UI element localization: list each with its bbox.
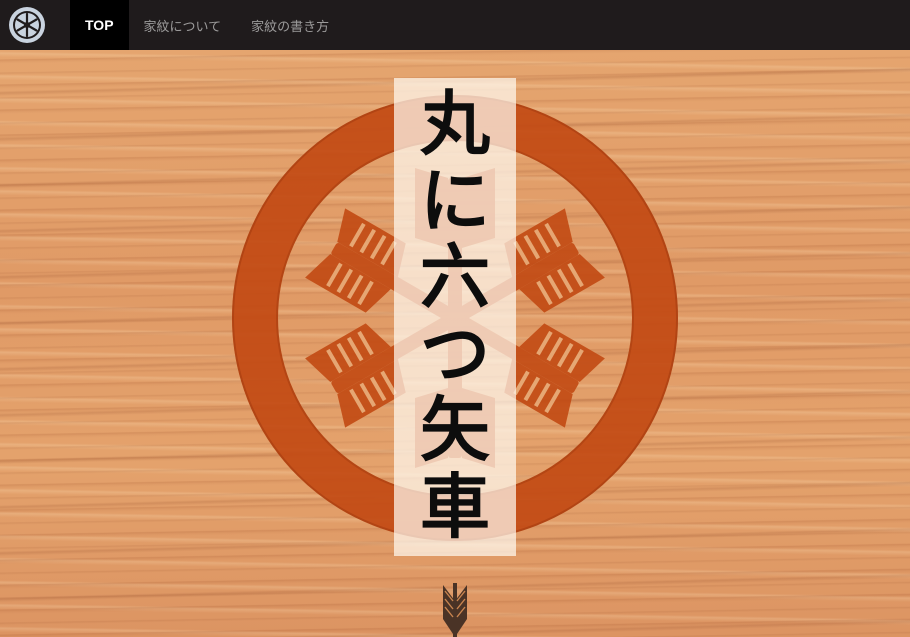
nav-item-top[interactable]: TOP: [70, 0, 129, 50]
title-char: に: [420, 158, 490, 242]
title-char: 六: [420, 235, 490, 318]
title-char: 矢: [420, 388, 490, 471]
page: TOP 家紋について 家紋の書き方 丸 に 六 つ 矢 車: [0, 0, 910, 637]
site-logo[interactable]: [0, 0, 54, 50]
nav-item-how-to-draw[interactable]: 家紋の書き方: [236, 0, 344, 50]
arrow-down-icon[interactable]: [439, 583, 471, 637]
hero-section: 丸 に 六 つ 矢 車: [0, 50, 910, 637]
title-char: つ: [420, 311, 490, 395]
kamon-logo-icon: [9, 7, 45, 43]
nav-item-about-kamon[interactable]: 家紋について: [129, 0, 237, 50]
crest-title-panel: 丸 に 六 つ 矢 車: [394, 78, 516, 556]
title-char: 車: [420, 464, 490, 548]
title-char: 丸: [420, 82, 490, 165]
top-navigation-bar: TOP 家紋について 家紋の書き方: [0, 0, 910, 50]
crest-title: 丸 に 六 つ 矢 車: [420, 82, 490, 548]
